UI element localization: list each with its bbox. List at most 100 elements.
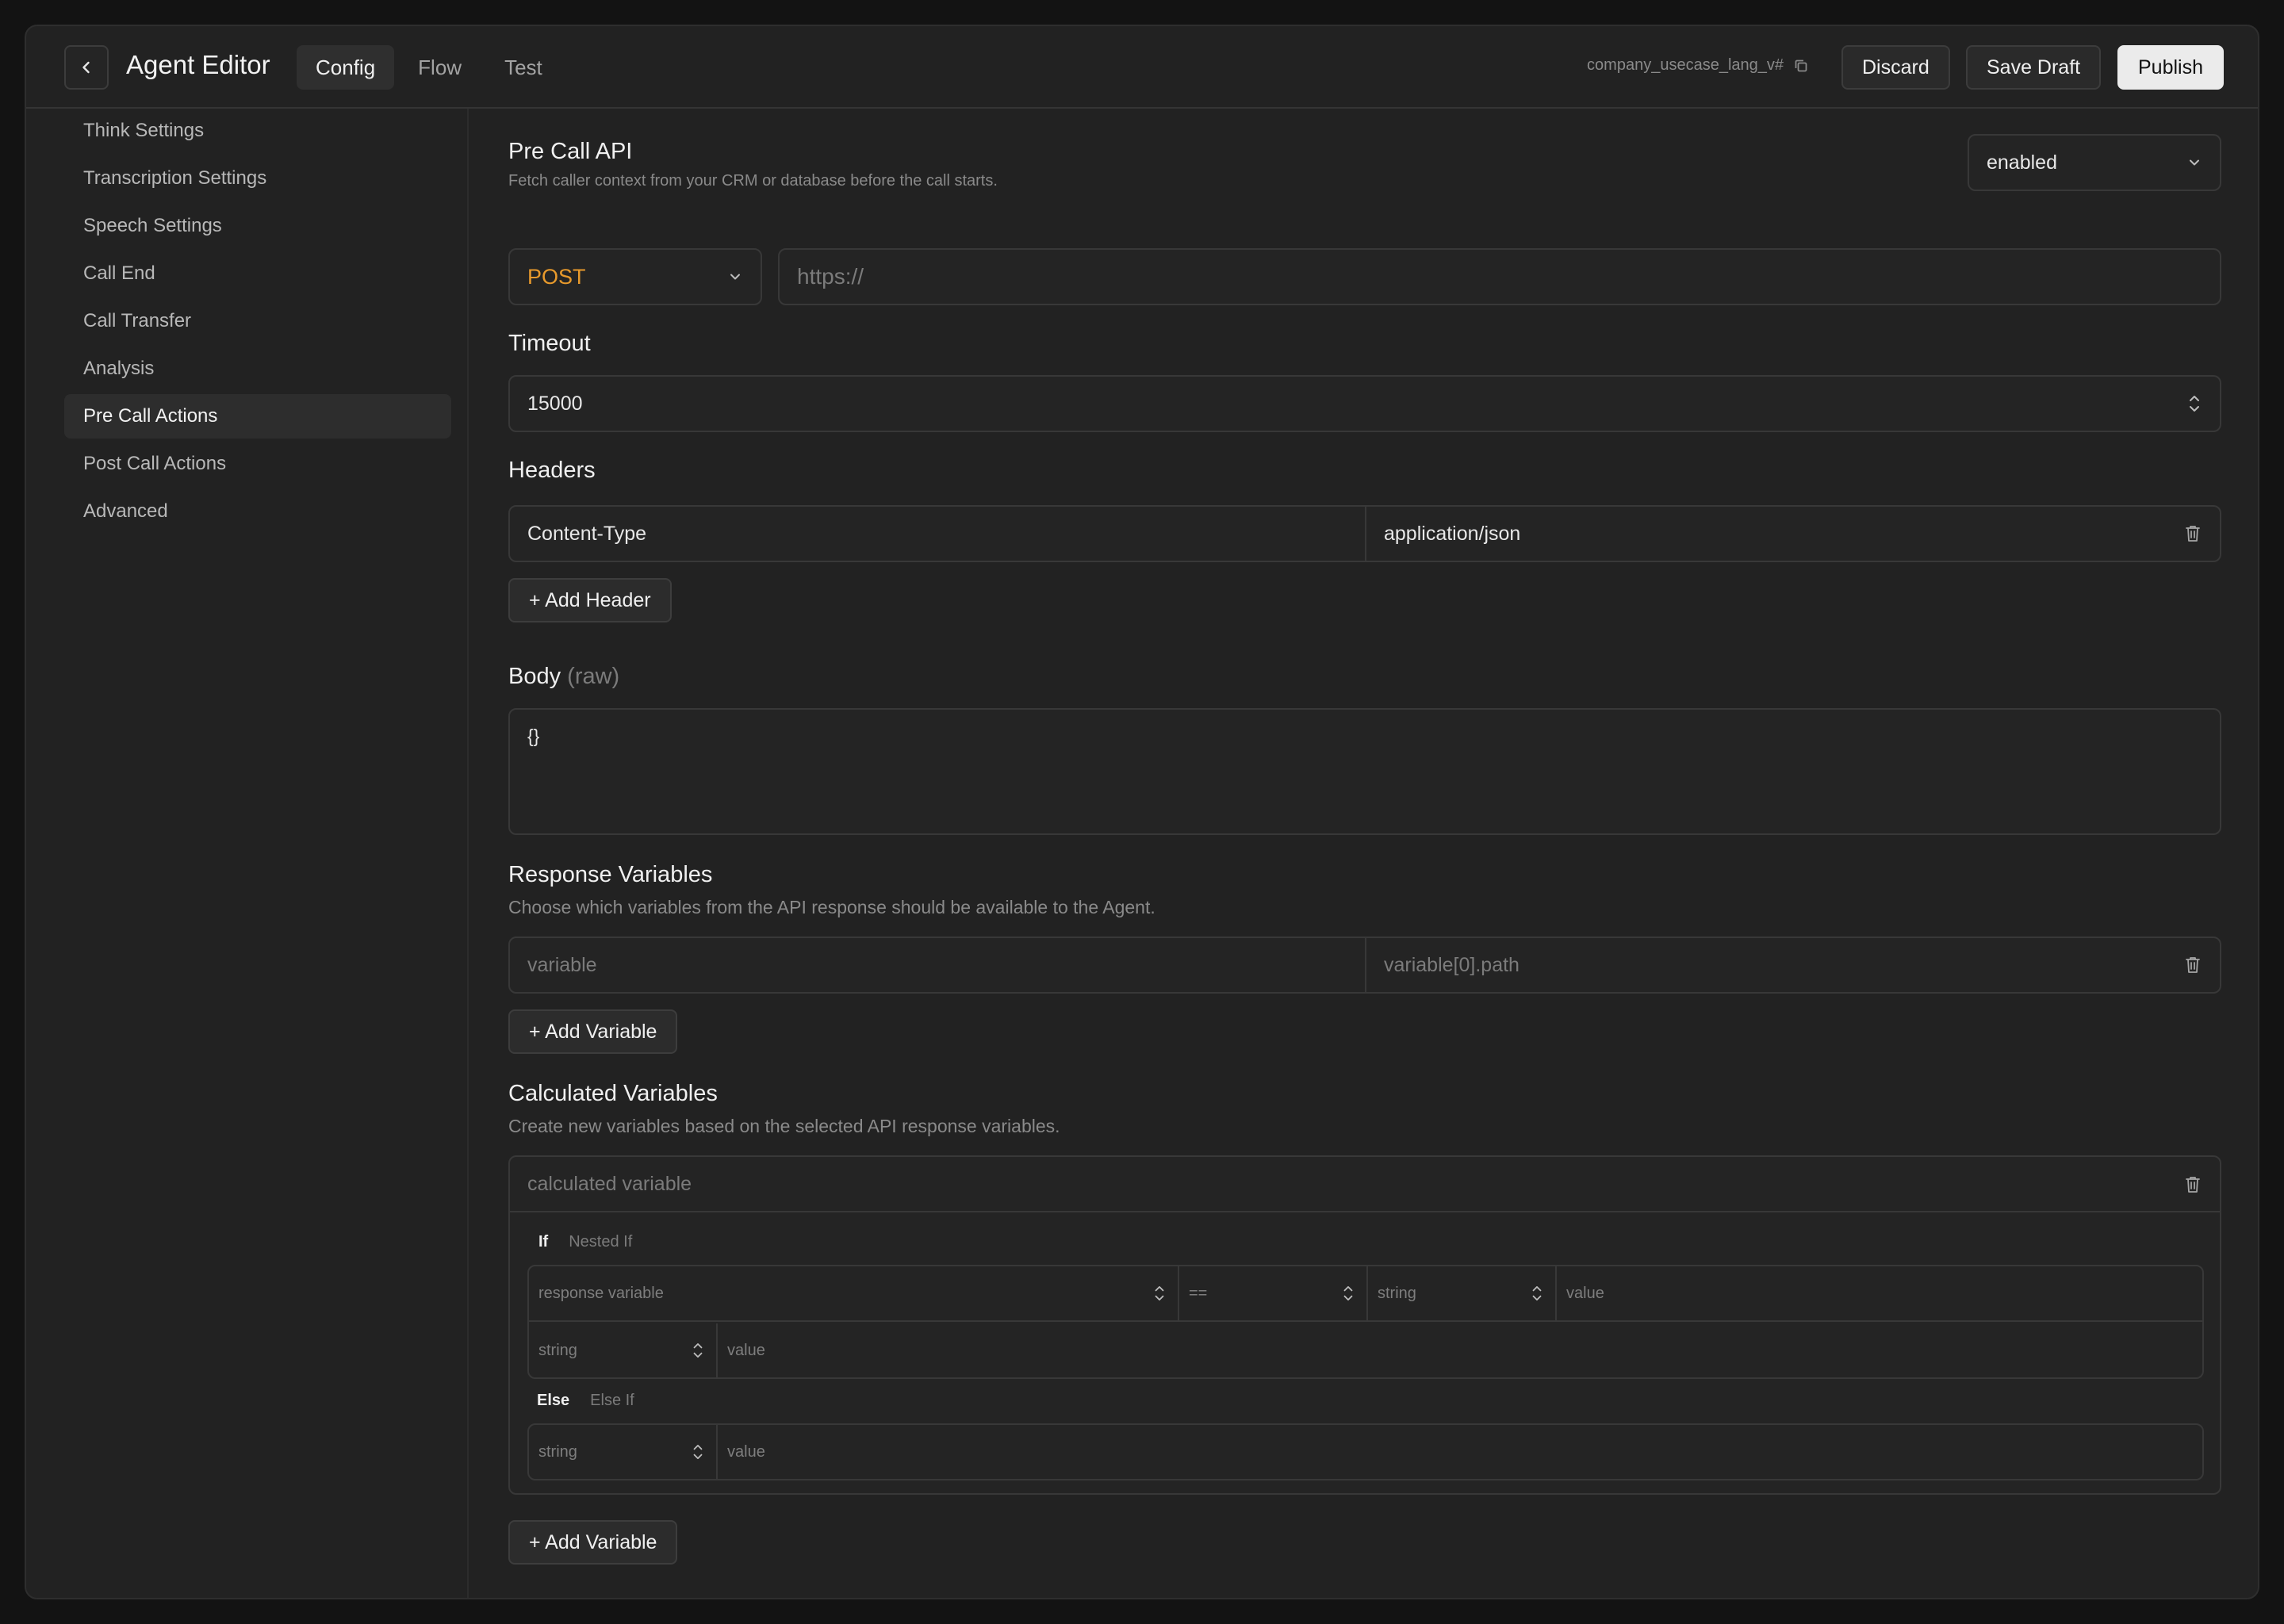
- then-type-select[interactable]: string: [529, 1323, 716, 1377]
- add-response-variable-button[interactable]: + Add Variable: [508, 1009, 678, 1054]
- timeout-value: 15000: [527, 392, 583, 415]
- calculated-variables-title: Calculated Variables: [508, 1081, 718, 1106]
- else-value-placeholder: value: [727, 1442, 765, 1461]
- headers-title: Headers: [508, 458, 596, 483]
- top-bar: Agent Editor Config Flow Test company_us…: [26, 26, 2258, 109]
- header-row: Content-Type application/json: [508, 505, 2221, 562]
- response-variable-path-input[interactable]: variable[0].path: [1366, 938, 2175, 992]
- stepper-icon[interactable]: [2186, 392, 2202, 416]
- pre-call-api-title: Pre Call API: [508, 139, 633, 164]
- copy-icon[interactable]: [1793, 58, 1809, 74]
- status-value: enabled: [1987, 151, 2057, 174]
- response-variable-row: variable variable[0].path: [508, 936, 2221, 994]
- body-title-text: Body: [508, 664, 561, 689]
- sidebar-item-call-transfer[interactable]: Call Transfer: [64, 299, 451, 343]
- condition-value-input[interactable]: value: [1557, 1266, 2202, 1320]
- timeout-input[interactable]: 15000: [508, 375, 2221, 432]
- trash-icon[interactable]: [2183, 1174, 2202, 1195]
- save-draft-button[interactable]: Save Draft: [1966, 45, 2102, 90]
- condition-type-select[interactable]: string: [1368, 1266, 1555, 1320]
- header-key-input[interactable]: Content-Type: [510, 507, 1365, 561]
- trash-icon[interactable]: [2183, 523, 2202, 544]
- timeout-title: Timeout: [508, 331, 591, 356]
- stepper-icon: [1152, 1282, 1167, 1304]
- publish-button[interactable]: Publish: [2117, 45, 2224, 90]
- then-value-placeholder: value: [727, 1341, 765, 1359]
- agent-slug: company_usecase_lang_v#: [1587, 56, 1809, 75]
- then-row: string value: [529, 1323, 2202, 1377]
- else-value-input[interactable]: value: [718, 1425, 2202, 1479]
- url-input[interactable]: https://: [778, 248, 2221, 305]
- tab-else[interactable]: Else: [537, 1392, 569, 1410]
- calculated-variables-description: Create new variables based on the select…: [508, 1116, 1060, 1136]
- then-type-select-value: string: [538, 1341, 577, 1359]
- body-textarea[interactable]: {}: [508, 708, 2221, 835]
- discard-button[interactable]: Discard: [1841, 45, 1950, 90]
- add-header-button[interactable]: + Add Header: [508, 578, 672, 622]
- http-method-value: POST: [527, 264, 586, 289]
- body-title-suffix: (raw): [567, 664, 620, 689]
- response-variable-select[interactable]: response variable: [529, 1266, 1178, 1320]
- chevron-down-icon: [2186, 155, 2202, 170]
- response-variable-select-value: response variable: [538, 1284, 664, 1302]
- sidebar-item-pre-call-actions[interactable]: Pre Call Actions: [64, 394, 451, 439]
- condition-block: response variable == string value string…: [527, 1265, 2204, 1379]
- pre-call-api-status-select[interactable]: enabled: [1968, 134, 2221, 191]
- sidebar-item-transcription-settings[interactable]: Transcription Settings: [64, 156, 451, 201]
- else-tabs: Else Else If: [537, 1392, 634, 1410]
- response-variable-path-placeholder: variable[0].path: [1384, 953, 1519, 976]
- then-value-input[interactable]: value: [718, 1323, 2202, 1377]
- condition-row: response variable == string value: [529, 1266, 2202, 1322]
- main-panel: Pre Call API Fetch caller context from y…: [470, 109, 2258, 1598]
- tab-flow[interactable]: Flow: [399, 45, 481, 90]
- back-button[interactable]: [64, 45, 109, 90]
- operator-select-value: ==: [1189, 1284, 1208, 1302]
- calculated-variable-card: calculated variable If Nested If respons…: [508, 1155, 2221, 1495]
- response-variable-name-placeholder: variable: [527, 953, 597, 976]
- stepper-icon: [1341, 1282, 1355, 1304]
- sidebar-item-call-end[interactable]: Call End: [64, 251, 451, 296]
- condition-type-select-value: string: [1378, 1284, 1416, 1302]
- chevron-left-icon: [82, 61, 90, 74]
- chevron-down-icon: [727, 269, 743, 285]
- tab-test[interactable]: Test: [485, 45, 561, 90]
- url-placeholder: https://: [797, 264, 864, 289]
- page-title: Agent Editor: [126, 50, 270, 79]
- trash-icon[interactable]: [2183, 955, 2202, 975]
- add-calculated-variable-button[interactable]: + Add Variable: [508, 1520, 678, 1565]
- response-variables-description: Choose which variables from the API resp…: [508, 897, 1155, 917]
- if-tabs: If Nested If: [538, 1233, 632, 1251]
- operator-select[interactable]: ==: [1179, 1266, 1366, 1320]
- stepper-icon: [691, 1339, 705, 1362]
- calculated-variable-name-placeholder: calculated variable: [527, 1172, 692, 1195]
- else-block: string value: [527, 1423, 2204, 1480]
- http-method-select[interactable]: POST: [508, 248, 762, 305]
- calculated-variable-name-input[interactable]: calculated variable: [510, 1157, 2220, 1212]
- else-type-select[interactable]: string: [529, 1425, 716, 1479]
- sidebar-item-speech-settings[interactable]: Speech Settings: [64, 204, 451, 248]
- tab-config[interactable]: Config: [297, 45, 395, 90]
- settings-sidebar: Think Settings Transcription Settings Sp…: [26, 109, 469, 1598]
- view-tabs: Config Flow Test: [297, 45, 561, 90]
- tab-if[interactable]: If: [538, 1233, 548, 1251]
- else-type-select-value: string: [538, 1442, 577, 1461]
- body-title: Body (raw): [508, 664, 619, 690]
- sidebar-item-analysis[interactable]: Analysis: [64, 347, 451, 391]
- stepper-icon: [1530, 1282, 1544, 1304]
- tab-nested-if[interactable]: Nested If: [569, 1233, 632, 1251]
- pre-call-api-description: Fetch caller context from your CRM or da…: [508, 172, 998, 190]
- stepper-icon: [691, 1441, 705, 1463]
- agent-slug-text: company_usecase_lang_v#: [1587, 56, 1784, 74]
- header-value-value: application/json: [1384, 522, 1521, 545]
- tab-else-if[interactable]: Else If: [590, 1392, 634, 1410]
- sidebar-item-post-call-actions[interactable]: Post Call Actions: [64, 442, 451, 486]
- header-key-value: Content-Type: [527, 522, 647, 545]
- agent-editor-window: Agent Editor Config Flow Test company_us…: [25, 25, 2259, 1599]
- header-value-input[interactable]: application/json: [1366, 507, 2175, 561]
- response-variable-name-input[interactable]: variable: [510, 938, 1365, 992]
- response-variables-title: Response Variables: [508, 862, 713, 887]
- sidebar-item-think-settings[interactable]: Think Settings: [64, 109, 451, 153]
- body-value: {}: [527, 726, 540, 746]
- sidebar-item-advanced[interactable]: Advanced: [64, 489, 451, 534]
- condition-value-placeholder: value: [1566, 1284, 1604, 1302]
